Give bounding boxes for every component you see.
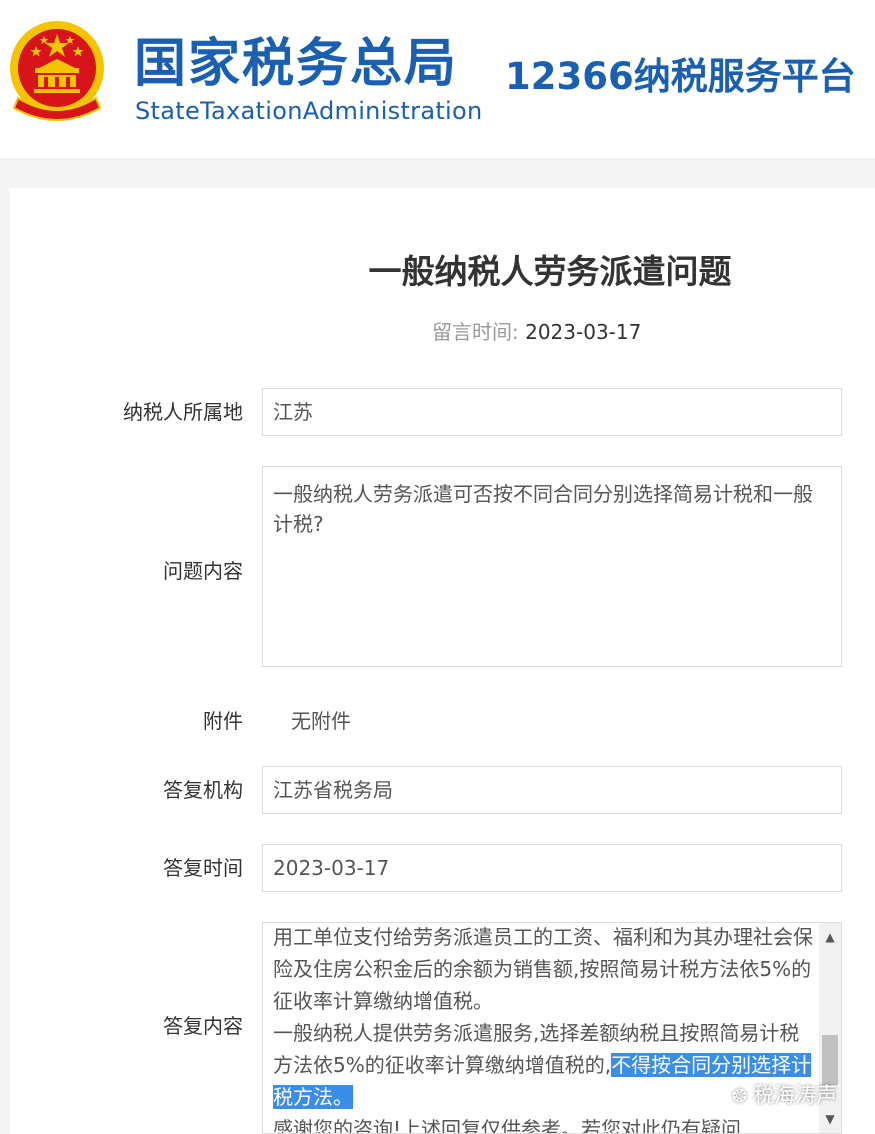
reply-content-label: 答复内容 bbox=[163, 1014, 243, 1038]
post-date-row: 留言时间: 2023-03-17 bbox=[432, 318, 641, 346]
platform-name: 12366纳税服务平台 bbox=[505, 55, 856, 98]
scroll-thumb[interactable] bbox=[822, 1035, 838, 1085]
national-emblem-icon bbox=[8, 18, 106, 126]
reply-date-label: 答复时间 bbox=[163, 856, 243, 880]
question-label: 问题内容 bbox=[163, 559, 243, 583]
attachment-value: 无附件 bbox=[291, 709, 351, 733]
watermark: ❂ 税海涛声 bbox=[732, 1080, 837, 1112]
wechat-icon: ❂ bbox=[732, 1086, 748, 1107]
post-date-label: 留言时间: bbox=[432, 320, 519, 344]
reply-paragraph-3: 感谢您的咨询!上述回复仅供参考。若您对此仍有疑问 bbox=[273, 1117, 742, 1134]
scroll-up-arrow-icon[interactable]: ▲ bbox=[819, 925, 841, 949]
reply-date-value: 2023-03-17 bbox=[273, 856, 390, 880]
site-header: 国家税务总局 StateTaxationAdministration 12366… bbox=[0, 0, 875, 158]
org-name-en: StateTaxationAdministration bbox=[135, 97, 483, 125]
location-value: 江苏 bbox=[273, 400, 313, 424]
question-value: 一般纳税人劳务派遣可否按不同合同分别选择简易计税和一般计税? bbox=[273, 482, 813, 536]
reply-org-label: 答复机构 bbox=[163, 778, 243, 802]
question-field[interactable]: 一般纳税人劳务派遣可否按不同合同分别选择简易计税和一般计税? bbox=[262, 466, 842, 667]
location-field[interactable]: 江苏 bbox=[262, 388, 842, 436]
reply-paragraph-1: 用工单位支付给劳务派遣员工的工资、福利和为其办理社会保险及住房公积金后的余额为销… bbox=[273, 925, 813, 1013]
attachment-label: 附件 bbox=[203, 709, 243, 733]
page-title: 一般纳税人劳务派遣问题 bbox=[368, 252, 732, 291]
reply-org-value: 江苏省税务局 bbox=[273, 778, 393, 802]
reply-org-field[interactable]: 江苏省税务局 bbox=[262, 766, 842, 814]
org-name-cn: 国家税务总局 bbox=[134, 34, 459, 94]
location-label: 纳税人所属地 bbox=[123, 400, 243, 424]
post-date-value: 2023-03-17 bbox=[525, 320, 642, 344]
reply-date-field[interactable]: 2023-03-17 bbox=[262, 844, 842, 892]
watermark-text: 税海涛声 bbox=[753, 1083, 838, 1107]
